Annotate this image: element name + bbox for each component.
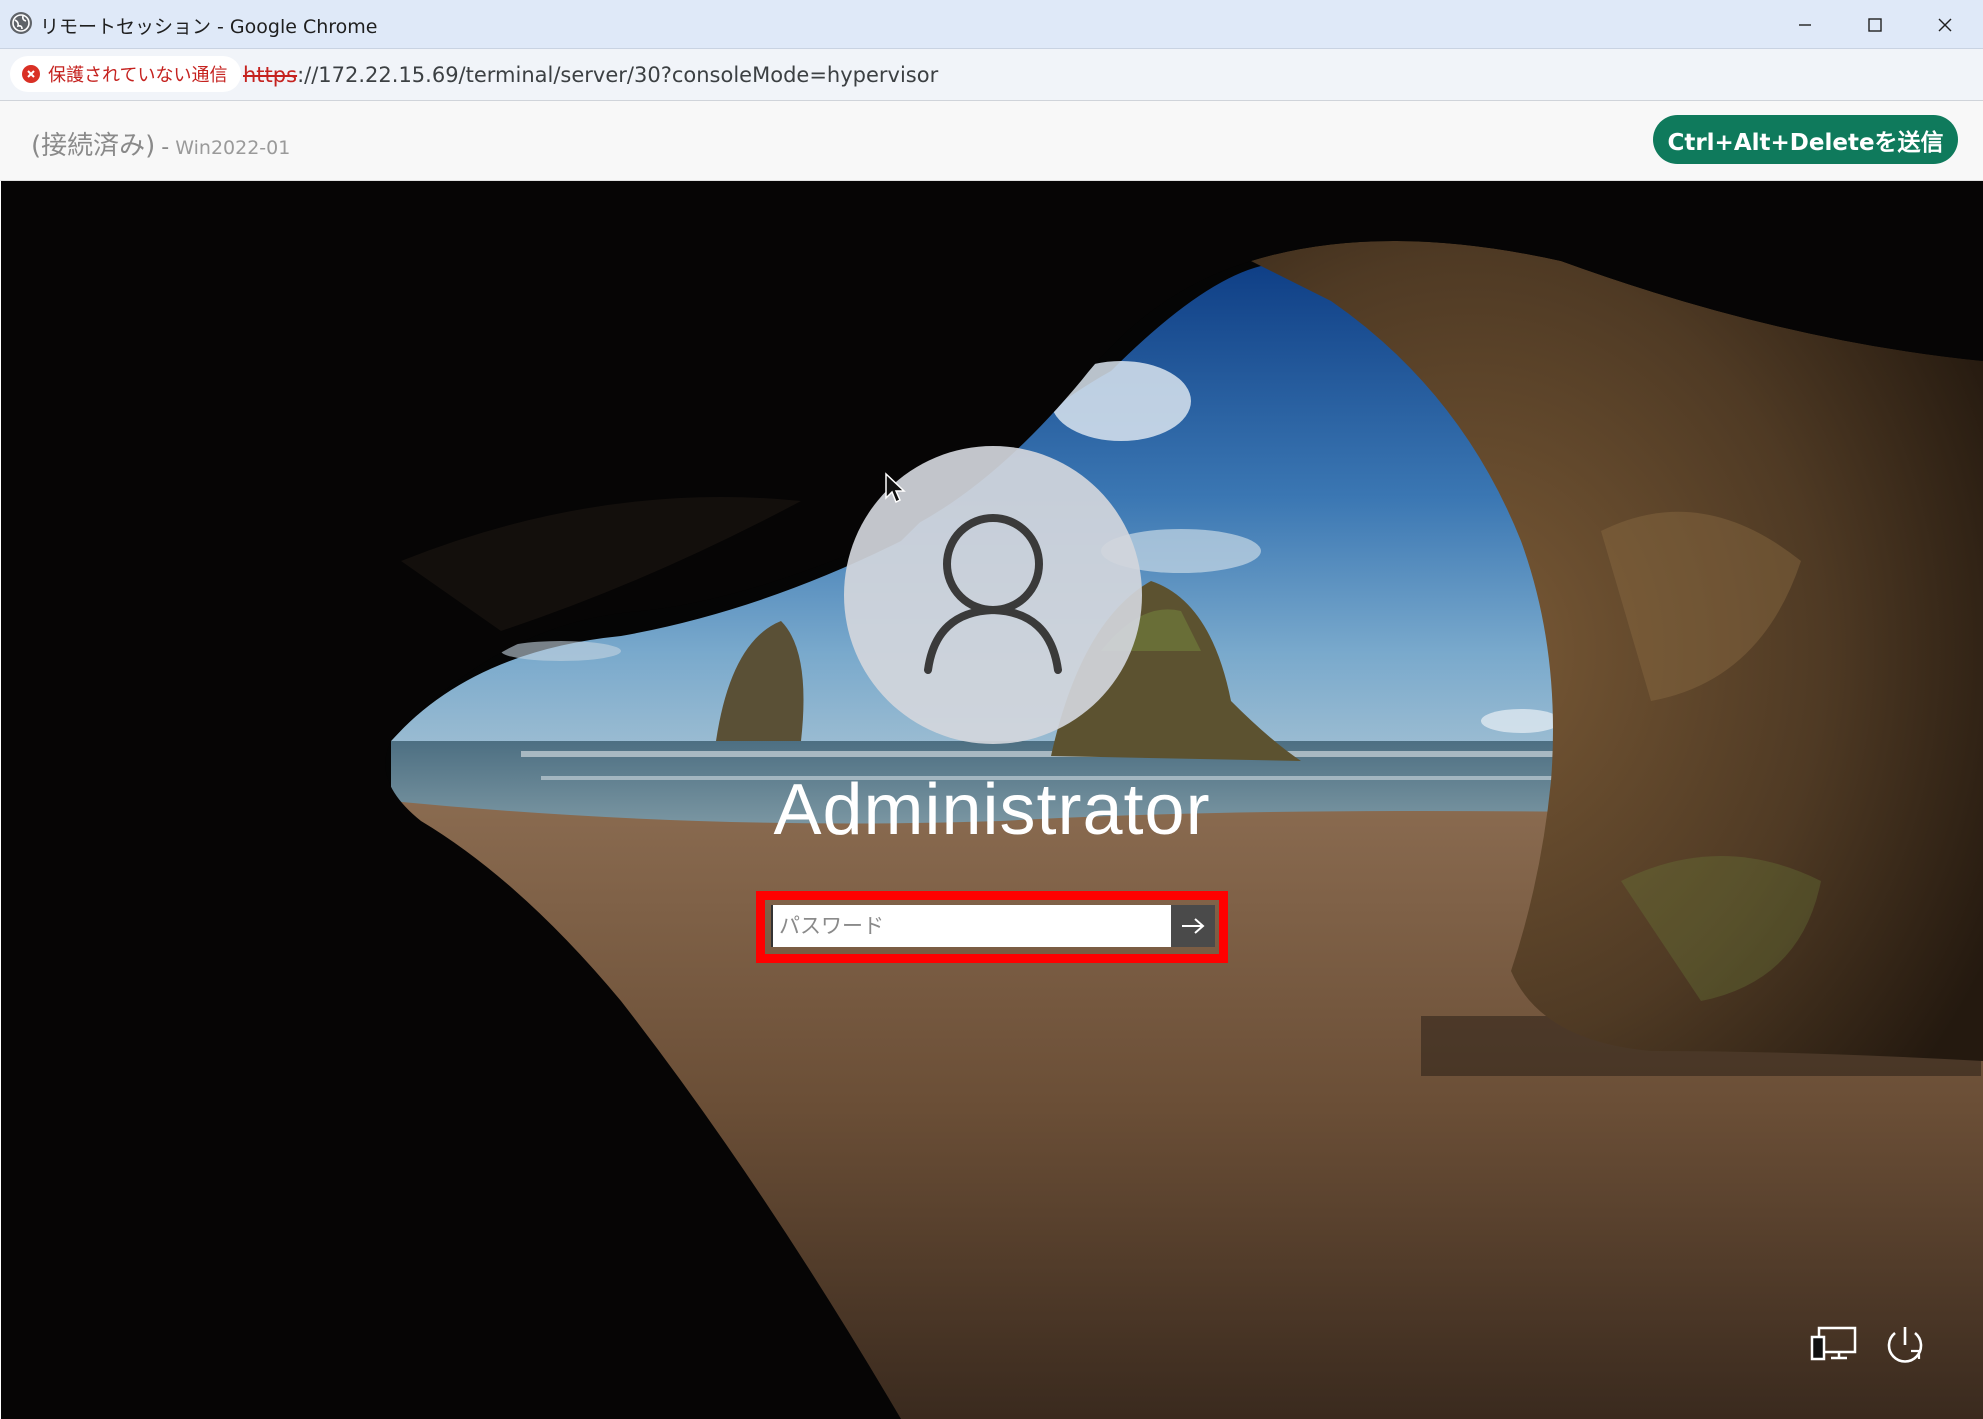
globe-icon bbox=[10, 12, 32, 34]
window-title: リモートセッション - Google Chrome bbox=[40, 16, 378, 38]
address-bar: 保護されていない通信 https://172.22.15.69/terminal… bbox=[0, 49, 1983, 101]
url-field[interactable]: https://172.22.15.69/terminal/server/30?… bbox=[243, 63, 938, 87]
browser-title-bar: リモートセッション - Google Chrome bbox=[0, 0, 1983, 49]
remote-screen[interactable]: Administrator bbox=[1, 181, 1983, 1419]
close-button[interactable] bbox=[1910, 0, 1980, 49]
arrow-right-icon bbox=[1182, 918, 1205, 934]
network-icon[interactable] bbox=[1809, 1325, 1859, 1365]
security-label: 保護されていない通信 bbox=[48, 65, 228, 86]
connection-status: (接続済み) - Win2022-01 bbox=[31, 125, 290, 162]
minimize-button[interactable] bbox=[1770, 0, 1840, 49]
security-indicator[interactable]: 保護されていない通信 bbox=[10, 56, 242, 92]
session-header: (接続済み) - Win2022-01 Ctrl+Alt+Deleteを送信 bbox=[0, 101, 1983, 181]
status-separator: - bbox=[161, 135, 170, 160]
maximize-button[interactable] bbox=[1840, 0, 1910, 49]
send-ctrl-alt-delete-button[interactable]: Ctrl+Alt+Deleteを送信 bbox=[1653, 115, 1958, 164]
url-path: ://172.22.15.69/terminal/server/30?conso… bbox=[297, 63, 939, 87]
password-input[interactable] bbox=[771, 905, 1171, 947]
mouse-cursor-icon bbox=[885, 472, 906, 504]
account-name: Administrator bbox=[773, 770, 1211, 850]
power-options-icon[interactable] bbox=[1881, 1321, 1929, 1369]
url-scheme: https bbox=[243, 63, 298, 87]
server-name: Win2022-01 bbox=[175, 137, 291, 159]
status-text: (接続済み) bbox=[31, 131, 156, 161]
submit-button[interactable] bbox=[1171, 905, 1215, 947]
not-secure-icon bbox=[22, 65, 40, 83]
